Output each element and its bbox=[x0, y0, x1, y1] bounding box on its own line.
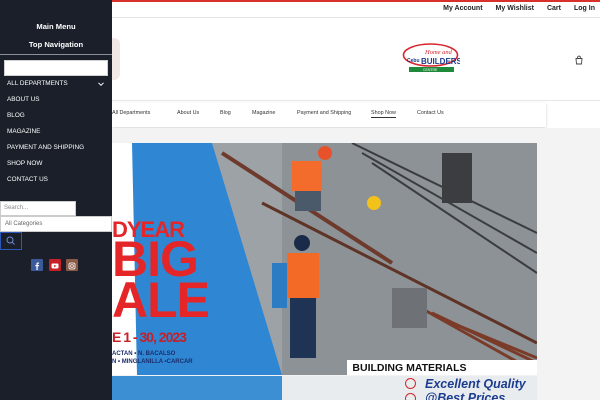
my-account-link[interactable]: My Account bbox=[443, 5, 482, 12]
account-links: My Account My Wishlist Cart Log In bbox=[430, 5, 595, 12]
shopping-bag-icon[interactable] bbox=[574, 55, 584, 65]
logo-builders: BUILDERS bbox=[421, 57, 460, 66]
menu-divider bbox=[0, 54, 112, 55]
site-header bbox=[112, 18, 600, 100]
menu-item-all-departments[interactable]: ALL DEPARTMENTS bbox=[7, 80, 68, 87]
branch-list-2: N • MINGLANILLA •CARCAR bbox=[112, 359, 193, 365]
quality-text: Excellent Quality bbox=[425, 377, 526, 391]
menu-search-box[interactable] bbox=[4, 60, 108, 76]
building-materials-caption: BUILDING MATERIALS bbox=[352, 362, 467, 374]
nav-blog[interactable]: Blog bbox=[220, 110, 231, 116]
chevron-down-icon[interactable] bbox=[97, 80, 105, 88]
category-select[interactable]: All Categories bbox=[0, 216, 112, 232]
search-input[interactable]: Search... bbox=[0, 201, 76, 216]
nav-shop-now[interactable]: Shop Now bbox=[371, 110, 396, 118]
main-menu-title[interactable]: Main Menu bbox=[0, 22, 112, 31]
nav-items: All Departments About Us Blog Magazine P… bbox=[112, 110, 546, 122]
secondary-banner[interactable]: Excellent Quality @Best Prices bbox=[112, 376, 537, 400]
nav-contact-us[interactable]: Contact Us bbox=[417, 110, 444, 116]
cart-link[interactable]: Cart bbox=[547, 5, 561, 12]
top-navigation-title[interactable]: Top Navigation bbox=[0, 40, 112, 49]
instagram-icon[interactable] bbox=[66, 259, 78, 271]
nav-all-departments[interactable]: All Departments bbox=[112, 110, 150, 116]
menu-item-payment-shipping[interactable]: PAYMENT AND SHIPPING bbox=[7, 144, 84, 151]
nav-magazine[interactable]: Magazine bbox=[252, 110, 275, 116]
header-tab bbox=[112, 38, 120, 80]
youtube-glyph bbox=[51, 263, 59, 269]
secondary-banner-panel bbox=[112, 376, 282, 400]
instagram-glyph bbox=[68, 262, 76, 270]
search-icon bbox=[6, 236, 15, 245]
check-icon bbox=[405, 378, 416, 389]
header-divider bbox=[112, 100, 600, 101]
side-menu-panel: Main Menu Top Navigation ALL DEPARTMENTS… bbox=[0, 0, 112, 400]
nav-about-us[interactable]: About Us bbox=[177, 110, 199, 116]
logo-centre: CENTRE bbox=[423, 68, 438, 72]
my-wishlist-link[interactable]: My Wishlist bbox=[496, 5, 534, 12]
sale-heading-3: ALE bbox=[112, 272, 210, 328]
facebook-icon[interactable] bbox=[31, 259, 43, 271]
site-logo[interactable]: Cebu Home and BUILDERS CENTRE bbox=[401, 43, 460, 75]
facebook-glyph bbox=[35, 262, 40, 270]
menu-item-shop-now[interactable]: SHOP NOW bbox=[7, 160, 42, 167]
logo-home: Home and bbox=[424, 49, 453, 56]
menu-item-blog[interactable]: BLOG bbox=[7, 112, 25, 119]
branch-list-1: ACTAN • N. BACALSO bbox=[112, 351, 176, 357]
search-button[interactable] bbox=[0, 232, 22, 250]
menu-item-contact-us[interactable]: CONTACT US bbox=[7, 176, 48, 183]
main-navbar: All Departments About Us Blog Magazine P… bbox=[112, 103, 546, 127]
nav-payment-shipping[interactable]: Payment and Shipping bbox=[297, 110, 351, 116]
check-icon bbox=[405, 393, 416, 400]
price-text: @Best Prices bbox=[425, 391, 506, 400]
login-link[interactable]: Log In bbox=[574, 5, 595, 12]
promo-banner[interactable]: DYEAR BIG ALE E 1 - 30, 2023 ACTAN • N. … bbox=[112, 143, 537, 375]
menu-item-magazine[interactable]: MAGAZINE bbox=[7, 128, 40, 135]
sale-dates: E 1 - 30, 2023 bbox=[112, 329, 187, 345]
youtube-icon[interactable] bbox=[49, 259, 61, 271]
logo-cebu: Cebu bbox=[407, 58, 420, 64]
account-bar: My Account My Wishlist Cart Log In bbox=[112, 2, 600, 17]
menu-item-about-us[interactable]: ABOUT US bbox=[7, 96, 40, 103]
